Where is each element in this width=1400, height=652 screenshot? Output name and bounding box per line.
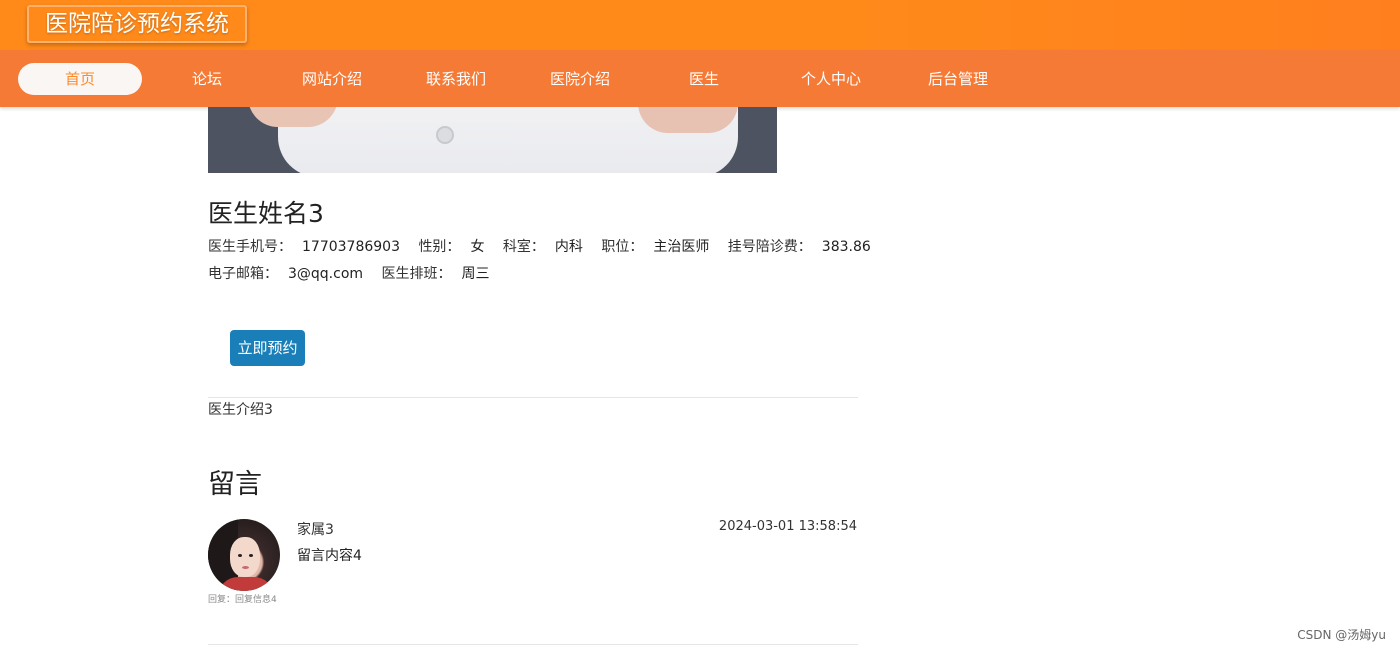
avatar-eye-right (249, 554, 253, 557)
avatar-face (230, 537, 260, 577)
department-label: 科室： (502, 239, 545, 255)
fee-label: 挂号陪诊费： (727, 239, 812, 255)
divider (208, 397, 858, 398)
comment-content: 留言内容4 (297, 548, 362, 564)
avatar-shirt (218, 577, 274, 591)
comments-title: 留言 (208, 469, 262, 500)
site-title[interactable]: 医院陪诊预约系统 (27, 5, 247, 43)
title-value: 主治医师 (653, 239, 710, 255)
avatar-lips (242, 566, 249, 569)
avatar-eye-left (238, 554, 242, 557)
comment-reply: 回复：回复信息4 (208, 595, 277, 605)
top-header: 医院陪诊预约系统 (0, 0, 1400, 50)
doctor-intro: 医生介绍3 (208, 402, 273, 418)
doctor-info-line-2: 电子邮箱： 3@qq.com 医生排班： 周三 (208, 263, 503, 283)
gender-label: 性别： (418, 239, 461, 255)
department-value: 内科 (554, 239, 583, 255)
comment-divider (208, 644, 858, 645)
email-value: 3@qq.com (288, 266, 364, 282)
phone-label: 医生手机号： (208, 239, 292, 255)
comment-user: 家属3 (297, 522, 334, 538)
nav-bar: 首页 论坛 网站介绍 联系我们 医院介绍 医生 个人中心 后台管理 (0, 50, 1400, 107)
doctor-name: 医生姓名3 (208, 199, 324, 228)
watermark: CSDN @汤姆yu (1297, 628, 1386, 642)
fee-value: 383.86 (821, 239, 871, 255)
email-label: 电子邮箱： (208, 266, 278, 282)
avatar (208, 519, 280, 591)
nav-item-home[interactable]: 首页 (18, 63, 142, 95)
doctor-photo (208, 107, 777, 173)
nav-item-doctor[interactable]: 医生 (674, 63, 734, 95)
nav-item-contact[interactable]: 联系我们 (420, 63, 492, 95)
nav-item-personal-center[interactable]: 个人中心 (795, 63, 867, 95)
photo-coat-button (436, 126, 454, 144)
nav-item-site-intro[interactable]: 网站介绍 (296, 63, 368, 95)
gender-value: 女 (470, 239, 485, 255)
comment-time: 2024-03-01 13:58:54 (718, 519, 857, 534)
schedule-label: 医生排班： (381, 266, 452, 282)
schedule-value: 周三 (461, 266, 490, 282)
doctor-info-line-1: 医生手机号： 17703786903 性别： 女 科室： 内科 职位： 主治医师 挂号陪… (208, 236, 885, 256)
book-now-button[interactable]: 立即预约 (230, 330, 305, 366)
nav-item-forum[interactable]: 论坛 (177, 63, 237, 95)
nav-item-admin[interactable]: 后台管理 (922, 63, 994, 95)
title-label: 职位： (601, 239, 644, 255)
phone-value: 17703786903 (302, 239, 400, 255)
nav-item-hospital-intro[interactable]: 医院介绍 (544, 63, 616, 95)
